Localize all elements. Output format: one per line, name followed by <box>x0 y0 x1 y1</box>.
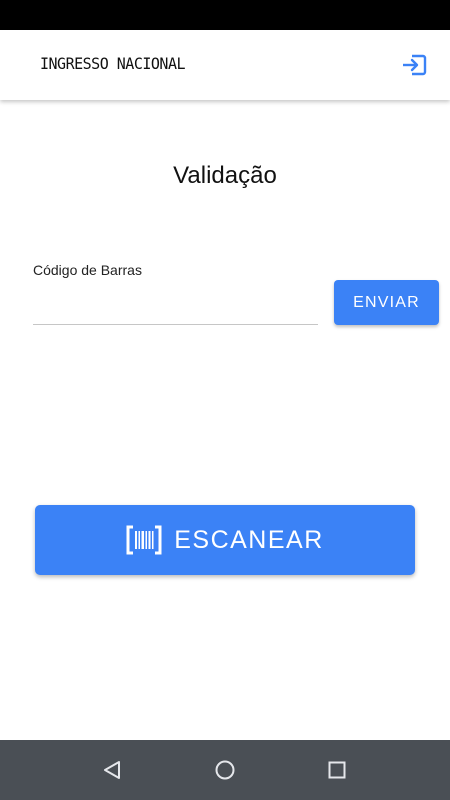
send-button[interactable]: ENVIAR <box>334 280 439 325</box>
app-bar: INGRESSO NACIONAL <box>0 30 450 100</box>
recents-button[interactable] <box>324 757 350 783</box>
logout-button[interactable] <box>400 52 428 78</box>
home-button[interactable] <box>212 757 238 783</box>
barcode-field-label: Código de Barras <box>33 262 142 278</box>
page-title: Validação <box>173 162 277 189</box>
screen: INGRESSO NACIONAL Validação Código de Ba… <box>0 0 450 800</box>
scan-button-label: ESCANEAR <box>174 525 324 554</box>
home-icon <box>215 760 235 780</box>
back-icon <box>104 761 120 779</box>
logout-icon <box>403 54 427 76</box>
recents-icon <box>328 761 346 779</box>
scan-button[interactable]: ESCANEAR <box>35 505 415 575</box>
barcode-input[interactable] <box>33 290 318 325</box>
app-logo: INGRESSO NACIONAL <box>40 54 186 74</box>
back-button[interactable] <box>99 757 125 783</box>
barcode-icon <box>126 525 162 555</box>
system-navigation-bar <box>0 740 450 800</box>
status-bar <box>0 0 450 30</box>
